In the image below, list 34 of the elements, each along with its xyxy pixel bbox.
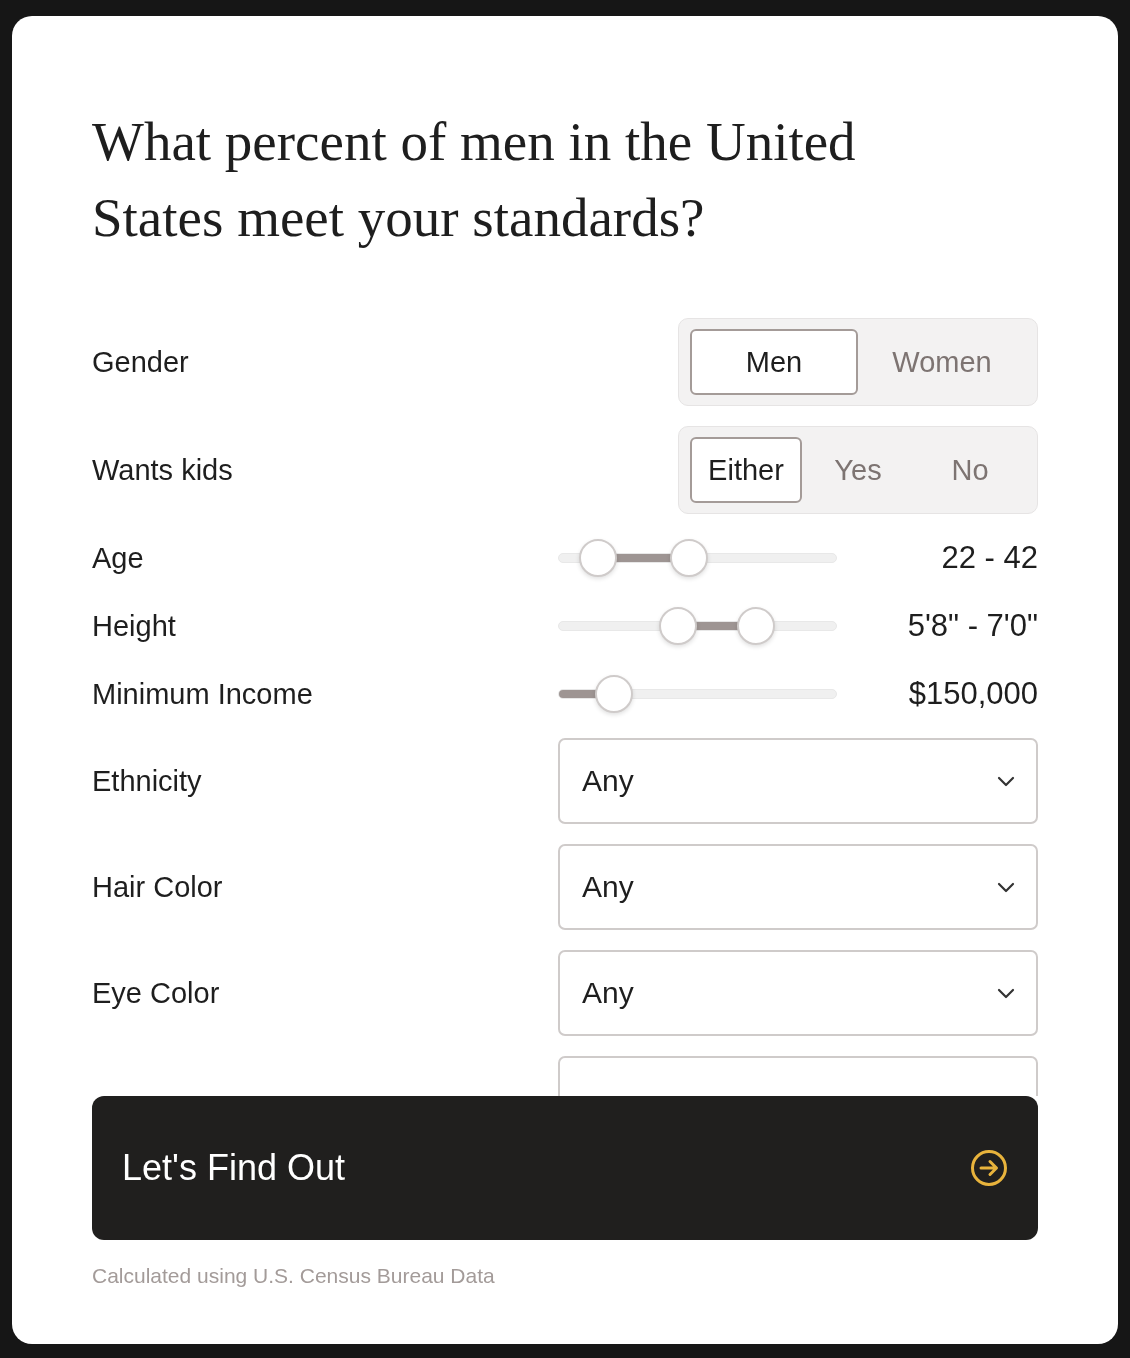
select-value: Any [582, 976, 634, 1010]
slider-value: $150,000 [908, 676, 1038, 712]
field-label: Minimum Income [92, 677, 313, 711]
slider-thumb[interactable] [659, 607, 698, 645]
select-field[interactable]: Any [558, 844, 1038, 930]
range-value: 22 - 42 [941, 540, 1038, 576]
select-field[interactable]: Any [558, 950, 1038, 1036]
footnote: Calculated using U.S. Census Bureau Data [92, 1264, 496, 1288]
select-field[interactable]: Any [558, 738, 1038, 824]
chevron-down-icon [996, 987, 1016, 999]
chevron-down-icon [996, 775, 1016, 787]
segment-option[interactable]: Women [858, 329, 1026, 395]
field-label: Ethnicity [92, 764, 202, 798]
chevron-down-icon [996, 881, 1016, 893]
field-label: Age [92, 541, 144, 575]
field-label: Eye Color [92, 976, 220, 1010]
segment-option[interactable]: Either [690, 437, 802, 503]
arrow-circle-icon [970, 1149, 1008, 1187]
slider-thumb[interactable] [578, 539, 617, 577]
segment-option[interactable]: Yes [802, 437, 914, 503]
segment-option[interactable]: No [914, 437, 1026, 503]
select-value: Any [582, 870, 634, 904]
range-value: 5'8" - 7'0" [907, 608, 1038, 644]
segment-option[interactable]: Men [690, 329, 858, 395]
field-label: Height [92, 609, 176, 643]
slider-thumb[interactable] [736, 607, 775, 645]
field-label: Hair Color [92, 870, 223, 904]
field-label: Wants kids [92, 453, 233, 487]
slider-thumb[interactable] [670, 539, 709, 577]
slider-thumb[interactable] [595, 675, 634, 713]
question-title: What percent of men in the United States meet your standards? [92, 110, 857, 250]
field-label: Gender [92, 345, 189, 379]
submit-button[interactable]: Let's Find Out [92, 1096, 1038, 1240]
select-value: Any [582, 764, 634, 798]
